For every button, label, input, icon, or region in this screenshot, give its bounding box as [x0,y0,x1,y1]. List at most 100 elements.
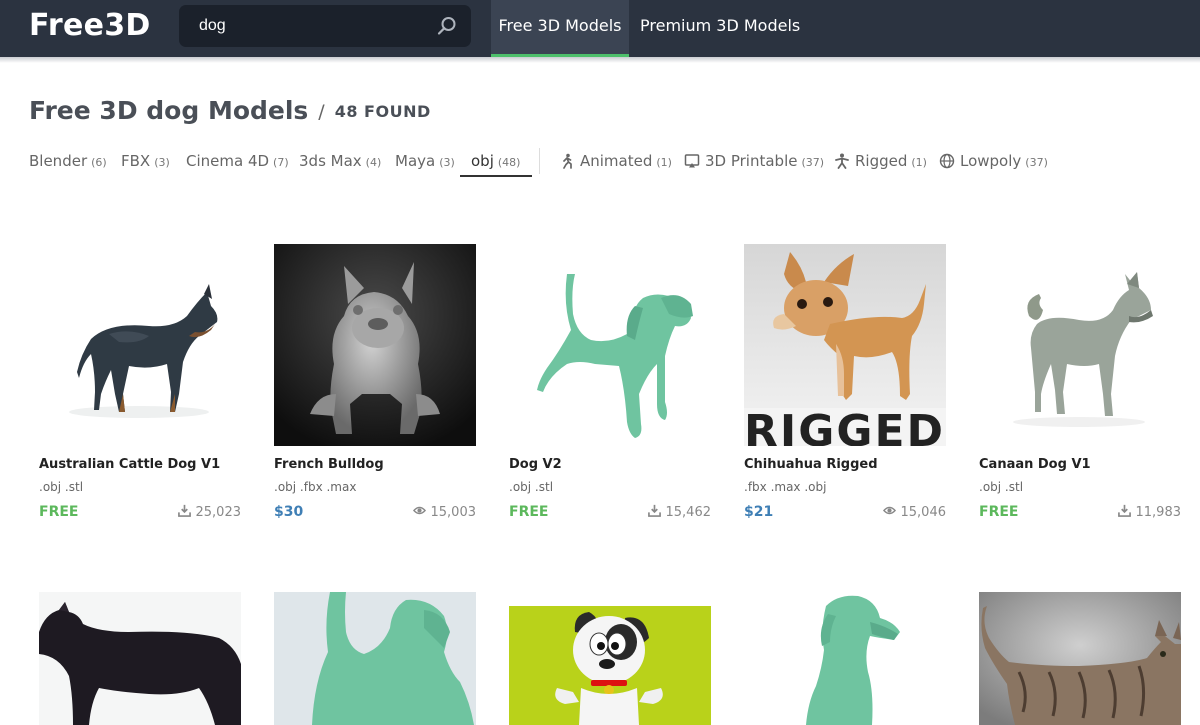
model-title[interactable]: French Bulldog [274,457,384,472]
filter-count: (4) [365,156,382,169]
model-thumbnail[interactable] [274,244,476,446]
model-thumbnail[interactable] [39,244,241,446]
eye-icon [882,506,896,515]
chihuahua-image: RIGGED [744,244,946,446]
rigged-figure-icon [835,153,849,169]
filter-count: (7) [273,156,289,169]
filter-cinema-4d[interactable]: Cinema 4D (7) [186,151,289,177]
model-formats: .obj .stl [39,480,84,494]
results-count: 48 FOUND [334,102,431,121]
filter-count: (6) [91,156,107,169]
model-price: $30 [274,504,304,520]
filter-count: (3) [439,156,455,169]
page-heading: Free 3D dog Models / 48 FOUND [29,96,431,125]
download-count: 25,023 [195,505,242,520]
model-formats: .obj .stl [979,480,1024,494]
site-logo[interactable]: Free3D [29,8,151,43]
rigged-thumbnail-text: RIGGED [744,406,945,446]
dog-v2-image [509,244,711,446]
model-thumbnail[interactable]: RIGGED [744,244,946,446]
download-icon [647,504,661,517]
model-thumbnail[interactable] [979,244,1181,446]
filter-divider [539,148,540,174]
model-card[interactable] [979,592,1181,725]
filter-count: (37) [801,156,825,169]
filter-fbx[interactable]: FBX (3) [121,151,170,177]
tabby-cat-image [979,592,1181,725]
header-shadow [0,57,1200,63]
search-input[interactable] [199,5,429,47]
filter-rigged[interactable]: Rigged (1) [834,151,927,177]
model-formats: .obj .fbx .max [274,480,357,494]
model-formats: .fbx .max .obj [744,480,827,494]
download-icon [1117,504,1131,517]
filter-label: 3ds Max [299,152,362,170]
model-formats: .obj .stl [509,480,554,494]
filter-label: Cinema 4D [186,152,270,170]
filter-blender[interactable]: Blender (6) [29,151,107,177]
model-thumbnail[interactable] [744,592,946,725]
filter-label: Blender [29,152,88,170]
model-thumbnail[interactable] [509,244,711,446]
cattle-dog-image [39,244,241,446]
model-card[interactable] [509,592,711,725]
filter-3ds-max[interactable]: 3ds Max (4) [299,151,381,177]
black-cat-image [39,592,241,725]
model-thumbnail[interactable] [979,592,1181,725]
model-price: FREE [979,504,1019,520]
search-icon[interactable] [437,16,457,36]
model-stat: 15,046 [882,504,947,520]
sitting-dog-image [274,592,476,725]
filter-count: (37) [1025,156,1048,169]
filter-maya[interactable]: Maya (3) [395,151,455,177]
printer-icon [684,154,700,168]
model-title[interactable]: Chihuahua Rigged [744,457,878,472]
model-title[interactable]: Australian Cattle Dog V1 [39,457,220,472]
model-stat: 11,983 [1117,504,1182,520]
filter-label: obj [471,152,494,170]
filter-label: FBX [121,152,151,170]
model-thumbnail[interactable] [39,592,241,725]
filter-3d-printable[interactable]: 3D Printable (37) [684,151,824,177]
model-title[interactable]: Dog V2 [509,457,562,472]
globe-icon [939,153,955,169]
nav-premium-3d-models[interactable]: Premium 3D Models [640,0,800,57]
download-count: 11,983 [1135,505,1182,520]
view-count: 15,046 [900,505,947,520]
model-stat: 25,023 [177,504,242,520]
search-box [179,5,471,47]
model-card[interactable] [744,592,946,725]
model-card[interactable] [39,592,241,725]
filter-count: (1) [911,156,927,169]
filter-count: (48) [497,156,521,169]
eye-icon [412,506,426,515]
view-count: 15,003 [430,505,477,520]
teal-sitting-dog-image [744,592,946,725]
filter-lowpoly[interactable]: Lowpoly (37) [939,151,1048,177]
model-price: FREE [39,504,79,520]
filter-obj[interactable]: obj (48) [459,151,534,177]
model-thumbnail[interactable] [274,592,476,725]
model-title[interactable]: Canaan Dog V1 [979,457,1091,472]
model-price: FREE [509,504,549,520]
model-card[interactable] [274,592,476,725]
filter-label: 3D Printable [705,152,798,170]
page-title: Free 3D dog Models [29,96,309,125]
model-stat: 15,003 [412,504,477,520]
download-icon [177,504,191,517]
top-header: Free3D Free 3D Models Premium 3D Models [0,0,1200,57]
filter-animated[interactable]: Animated (1) [559,151,672,177]
canaan-dog-image [979,244,1181,446]
model-stat: 15,462 [647,504,712,520]
download-count: 15,462 [665,505,712,520]
filter-count: (3) [154,156,170,169]
nav-free-3d-models[interactable]: Free 3D Models [491,0,629,57]
model-thumbnail[interactable] [509,592,711,725]
title-separator: / [318,101,325,123]
filter-count: (1) [656,156,672,169]
filter-label: Maya [395,152,436,170]
model-price: $21 [744,504,774,520]
french-bulldog-image [274,244,476,446]
cartoon-dog-image [509,592,711,725]
running-person-icon [563,153,572,169]
